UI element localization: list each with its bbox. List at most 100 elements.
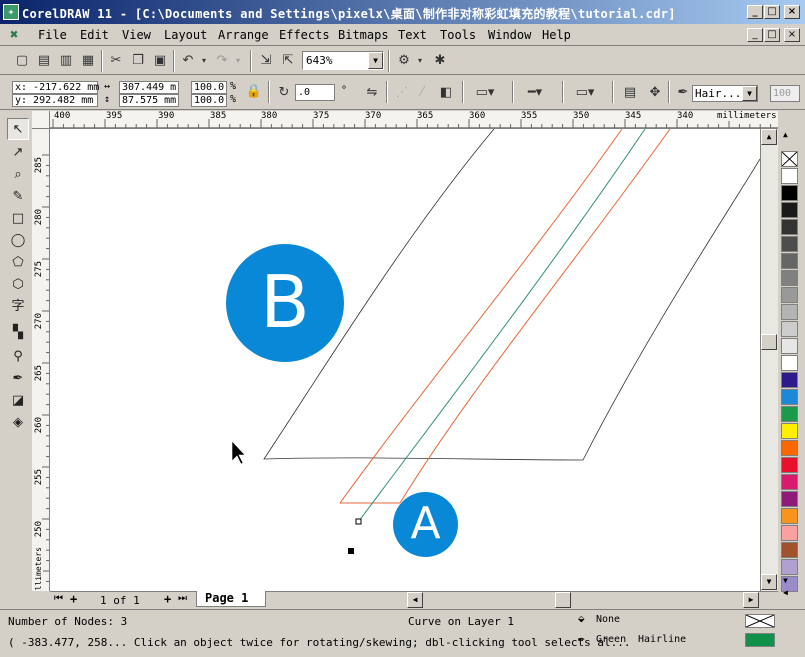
palette-swatch[interactable] (781, 355, 798, 371)
open-icon[interactable]: ▤ (34, 51, 54, 71)
text-tool-icon[interactable]: 字 (7, 296, 29, 318)
menu-text[interactable]: Text (398, 28, 427, 42)
coreldraw-app-icon[interactable]: ✦ (3, 4, 19, 20)
node-join-icon[interactable]: ⋰ (392, 83, 412, 103)
scroll-right-icon[interactable]: ▶ (743, 592, 759, 608)
outline-width-dropdown-icon[interactable]: ▼ (742, 86, 757, 101)
add-page-before-icon[interactable]: + (70, 592, 77, 606)
palette-swatch[interactable] (781, 338, 798, 354)
print-icon[interactable]: ▦ (78, 51, 98, 71)
palette-swatch[interactable] (781, 236, 798, 252)
menu-help[interactable]: Help (542, 28, 571, 42)
palette-swatch[interactable] (781, 168, 798, 184)
palette-swatch[interactable] (781, 389, 798, 405)
palette-swatch[interactable] (781, 202, 798, 218)
palette-swatch[interactable] (781, 287, 798, 303)
outline-width-combo[interactable]: Hair... ▼ (692, 85, 758, 102)
y-position-field[interactable]: y: 292.482 mm (12, 94, 98, 107)
rotate-icon[interactable]: ↻ (274, 83, 294, 103)
palette-swatch[interactable] (781, 440, 798, 456)
rectangle-tool-icon[interactable]: □ (7, 208, 29, 230)
last-page-icon[interactable]: ⏭ (178, 593, 187, 604)
no-color-swatch[interactable] (781, 151, 798, 167)
palette-swatch[interactable] (781, 219, 798, 235)
ellipse-tool-icon[interactable]: ◯ (7, 230, 29, 252)
scroll-up-icon[interactable]: ▲ (761, 129, 777, 145)
menu-layout[interactable]: Layout (164, 28, 207, 42)
cut-icon[interactable]: ✂ (106, 51, 126, 71)
wrap-text-icon[interactable]: ◧ (436, 83, 456, 103)
freehand-tool-icon[interactable]: ✎ (7, 186, 29, 208)
line-icon[interactable]: ⁄ (412, 83, 432, 103)
close-button[interactable]: × (784, 5, 800, 19)
palette-swatch[interactable] (781, 321, 798, 337)
doc-restore-button[interactable]: □ (764, 28, 780, 42)
scale-y-field[interactable]: 100.0 (191, 94, 227, 107)
outline-tool-icon[interactable]: ✒ (7, 368, 29, 390)
start-arrowhead-selector[interactable]: ▭▾ (468, 83, 502, 103)
doc-minimize-button[interactable]: _ (747, 28, 763, 42)
palette-swatch[interactable] (781, 270, 798, 286)
interactive-fill-tool-icon[interactable]: ◈ (7, 412, 29, 434)
palette-swatch[interactable] (781, 474, 798, 490)
menu-file[interactable]: File (38, 28, 67, 42)
ruler-origin[interactable] (32, 111, 50, 129)
palette-swatch[interactable] (781, 542, 798, 558)
drawing-canvas[interactable]: B A (50, 129, 760, 591)
shape-tool-icon[interactable]: ↗ (7, 142, 29, 164)
palette-swatch[interactable] (781, 525, 798, 541)
palette-expand-icon[interactable]: ◀ (783, 588, 788, 597)
palette-swatch[interactable] (781, 406, 798, 422)
scale-x-field[interactable]: 100.0 (191, 81, 227, 94)
interactive-blend-tool-icon[interactable]: ▚ (7, 322, 29, 344)
menu-view[interactable]: View (122, 28, 151, 42)
horizontal-ruler[interactable]: 400 395 390 385 380 375 370 365 360 355 … (50, 111, 778, 129)
mirror-icon[interactable]: ⇋ (362, 83, 382, 103)
zoom-tool-icon[interactable]: ⌕ (7, 164, 29, 186)
rotation-field[interactable]: .0 (295, 84, 335, 101)
x-position-field[interactable]: x: -217.622 mm (12, 81, 99, 94)
convert-outline-icon[interactable]: ✥ (645, 83, 665, 103)
polygon-tool-icon[interactable]: ⬠ (7, 252, 29, 274)
zoom-dropdown-icon[interactable]: ▼ (368, 52, 383, 69)
eyedropper-tool-icon[interactable]: ⚲ (7, 346, 29, 368)
height-field[interactable]: 87.575 mm (119, 94, 179, 107)
scroll-down-icon[interactable]: ▼ (761, 574, 777, 590)
vertical-scrollbar[interactable]: ▲ ▼ (760, 129, 778, 591)
redo-dropdown-icon[interactable]: ▾ (228, 51, 248, 71)
close-curve-icon[interactable]: ▤ (620, 83, 640, 103)
zoom-level-combo[interactable]: 643% ▼ (302, 51, 384, 70)
end-arrowhead-selector[interactable]: ▭▾ (568, 83, 602, 103)
import-icon[interactable]: ⇲ (256, 51, 276, 71)
palette-swatch[interactable] (781, 253, 798, 269)
menu-arrange[interactable]: Arrange (218, 28, 269, 42)
first-page-icon[interactable]: ⏮ (54, 593, 63, 604)
outline-pen-icon[interactable]: ✒ (673, 83, 693, 103)
save-icon[interactable]: ▥ (56, 51, 76, 71)
lock-ratio-icon[interactable]: 🔒 (244, 82, 264, 102)
palette-swatch[interactable] (781, 372, 798, 388)
menu-window[interactable]: Window (488, 28, 531, 42)
new-document-icon[interactable]: ▢ (12, 51, 32, 71)
fill-swatch[interactable] (745, 614, 775, 628)
maximize-button[interactable]: □ (764, 5, 780, 19)
palette-swatch[interactable] (781, 491, 798, 507)
outline-swatch[interactable] (745, 633, 775, 647)
menu-effects[interactable]: Effects (279, 28, 330, 42)
palette-swatch[interactable] (781, 457, 798, 473)
corel-online-icon[interactable]: ✱ (430, 51, 450, 71)
page-tab[interactable]: Page 1 (196, 591, 266, 607)
basic-shapes-tool-icon[interactable]: ⬡ (7, 274, 29, 296)
curve-smoothness-field[interactable]: 100 (770, 85, 800, 102)
palette-swatch[interactable] (781, 559, 798, 575)
width-field[interactable]: 307.449 m (119, 81, 179, 94)
vertical-ruler[interactable]: 285 280 275 270 265 260 255 250 millimet… (32, 129, 50, 591)
pick-tool-icon[interactable]: ↖ (7, 118, 29, 140)
fill-tool-icon[interactable]: ◪ (7, 390, 29, 412)
document-icon[interactable]: ✖ (10, 27, 26, 43)
menu-tools[interactable]: Tools (440, 28, 476, 42)
add-page-after-icon[interactable]: + (164, 592, 171, 606)
scroll-left-icon[interactable]: ◀ (407, 592, 423, 608)
palette-swatch[interactable] (781, 423, 798, 439)
vertical-scroll-thumb[interactable] (761, 334, 777, 350)
